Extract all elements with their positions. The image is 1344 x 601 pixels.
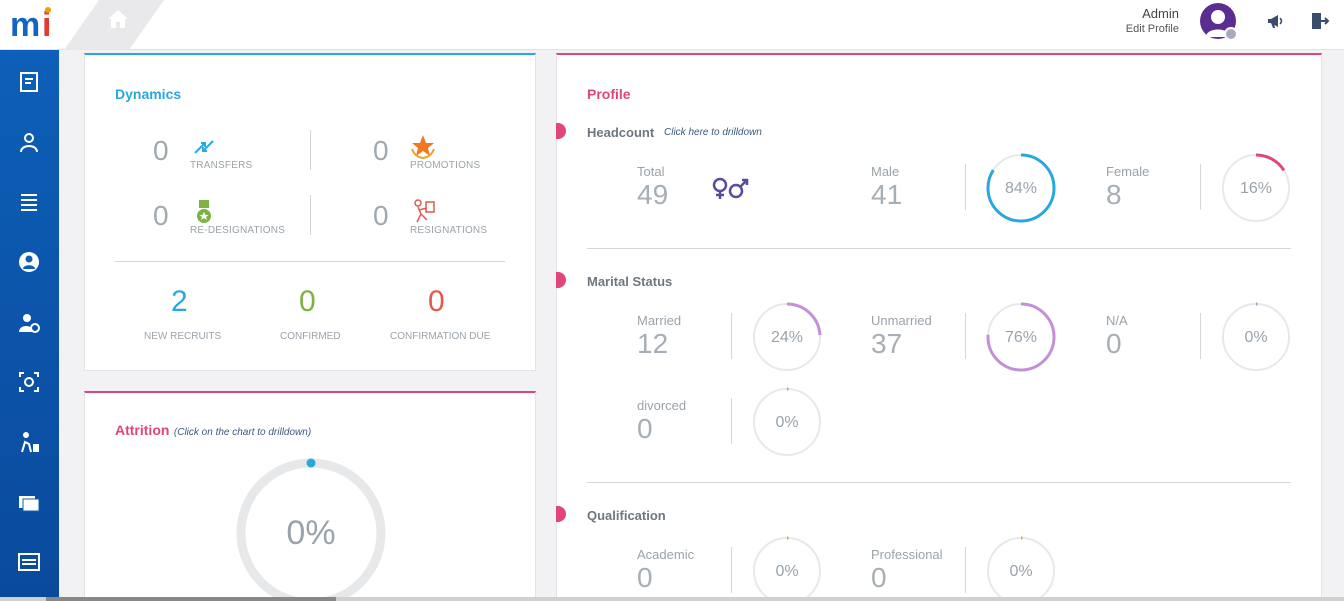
logout-icon[interactable]	[1308, 10, 1330, 32]
unmarried-value: 37	[871, 328, 903, 359]
attrition-percent-label: 0%	[286, 514, 335, 552]
transfers-label: TRANSFERS	[190, 160, 253, 171]
profile-icon[interactable]	[17, 250, 41, 274]
home-icon[interactable]	[106, 8, 130, 30]
attrition-donut[interactable]: 0%	[235, 457, 387, 601]
academic-value: 0	[637, 562, 653, 593]
academic-donut[interactable]: 0%	[751, 535, 823, 601]
headcount-drilldown-link[interactable]: Click here to drilldown	[664, 127, 762, 138]
attrition-hint: (Click on the chart to drilldown)	[173, 427, 312, 438]
divorced-percent-label: 0%	[775, 414, 798, 431]
resignation-icon	[414, 199, 435, 223]
medal-icon	[197, 200, 211, 223]
edit-profile-link[interactable]: Edit Profile	[1126, 23, 1179, 35]
na-label: N/A	[1106, 313, 1128, 328]
attrition-title: Attrition	[115, 422, 170, 438]
divider	[587, 248, 1291, 249]
confirmed-label: CONFIRMED	[280, 331, 341, 342]
male-percent-label: 84%	[1005, 180, 1037, 197]
female-donut[interactable]: 16%	[1220, 152, 1292, 224]
app-logo[interactable]: m i	[8, 4, 64, 44]
total-label: Total	[637, 164, 665, 179]
academic-label: Academic	[637, 547, 695, 562]
promotions-value[interactable]: 0	[373, 135, 389, 167]
divider	[731, 313, 732, 359]
fingerprint-icon[interactable]	[17, 370, 41, 394]
divider	[1200, 313, 1201, 359]
male-donut[interactable]: 84%	[985, 152, 1057, 224]
divider	[965, 313, 966, 359]
marital-status-title: Marital Status	[587, 274, 673, 289]
married-value: 12	[637, 328, 669, 359]
divider	[587, 482, 1291, 483]
na-value: 0	[1106, 328, 1122, 359]
total-value: 49	[637, 179, 669, 210]
svg-text:m: m	[10, 6, 40, 44]
transfers-icon	[194, 140, 214, 154]
profile-title: Profile	[587, 86, 631, 102]
redesignations-label: RE-DESIGNATIONS	[190, 225, 286, 236]
user-travel-icon[interactable]	[17, 430, 41, 454]
divider	[310, 195, 311, 235]
dynamics-title: Dynamics	[115, 86, 182, 102]
professional-label: Professional	[871, 547, 943, 562]
promotion-star-icon	[411, 135, 435, 159]
male-label: Male	[871, 164, 900, 179]
professional-percent-label: 0%	[1009, 563, 1032, 580]
new-recruits-label: NEW RECRUITS	[144, 331, 222, 342]
divorced-label: divorced	[637, 398, 687, 413]
gender-icon	[712, 177, 749, 199]
attrition-card: Attrition (Click on the chart to drilldo…	[84, 391, 536, 601]
confirmation-due-value[interactable]: 0	[428, 285, 445, 319]
unmarried-percent-label: 76%	[1005, 329, 1037, 346]
na-percent-label: 0%	[1244, 329, 1267, 346]
attrition-heading: Attrition (Click on the chart to drilldo…	[115, 422, 311, 440]
male-value: 41	[871, 179, 903, 210]
headcount-title: Headcount	[587, 125, 655, 140]
divorced-value: 0	[637, 413, 653, 444]
divider	[965, 547, 966, 593]
divider	[310, 130, 311, 170]
female-label: Female	[1106, 164, 1150, 179]
user-name: Admin	[1142, 6, 1179, 21]
resignations-label: RESIGNATIONS	[410, 225, 488, 236]
resignations-value[interactable]: 0	[373, 200, 389, 232]
confirmed-value[interactable]: 0	[299, 285, 316, 319]
divider	[731, 398, 732, 444]
promotions-label: PROMOTIONS	[410, 160, 481, 171]
avatar-settings-badge[interactable]	[1224, 27, 1238, 41]
dynamics-card: Dynamics 0 TRANSFERS 0 PROMOTIONS 0 RE-D…	[84, 53, 536, 371]
sidebar	[0, 50, 59, 601]
divider	[731, 547, 732, 593]
academic-percent-label: 0%	[775, 563, 798, 580]
divider	[965, 164, 966, 210]
payroll-icon[interactable]	[17, 490, 41, 514]
professional-donut[interactable]: 0%	[985, 535, 1057, 601]
unmarried-donut[interactable]: 76%	[985, 301, 1057, 373]
new-recruits-value[interactable]: 2	[171, 285, 188, 319]
divider	[1200, 164, 1201, 210]
married-percent-label: 24%	[771, 329, 803, 346]
user-settings-icon[interactable]	[17, 310, 41, 334]
female-value: 8	[1106, 179, 1122, 210]
employee-icon[interactable]	[17, 130, 41, 154]
top-bar: m i Admin Edit Profile	[0, 0, 1344, 50]
redesignations-value[interactable]: 0	[153, 200, 169, 232]
married-donut[interactable]: 24%	[751, 301, 823, 373]
qualification-title: Qualification	[587, 508, 666, 523]
female-percent-label: 16%	[1240, 180, 1272, 197]
list-icon[interactable]	[17, 190, 41, 214]
divider	[115, 261, 505, 262]
married-label: Married	[637, 313, 682, 328]
megaphone-icon[interactable]	[1265, 10, 1287, 32]
reports-icon[interactable]	[17, 550, 41, 574]
divorced-donut[interactable]: 0%	[751, 386, 823, 458]
scrollbar-thumb[interactable]	[46, 597, 336, 601]
professional-value: 0	[871, 562, 887, 593]
transfers-value[interactable]: 0	[153, 135, 169, 167]
confirmation-due-label: CONFIRMATION DUE	[390, 331, 491, 342]
dashboard-icon[interactable]	[17, 70, 41, 94]
unmarried-label: Unmarried	[871, 313, 932, 328]
na-donut[interactable]: 0%	[1220, 301, 1292, 373]
